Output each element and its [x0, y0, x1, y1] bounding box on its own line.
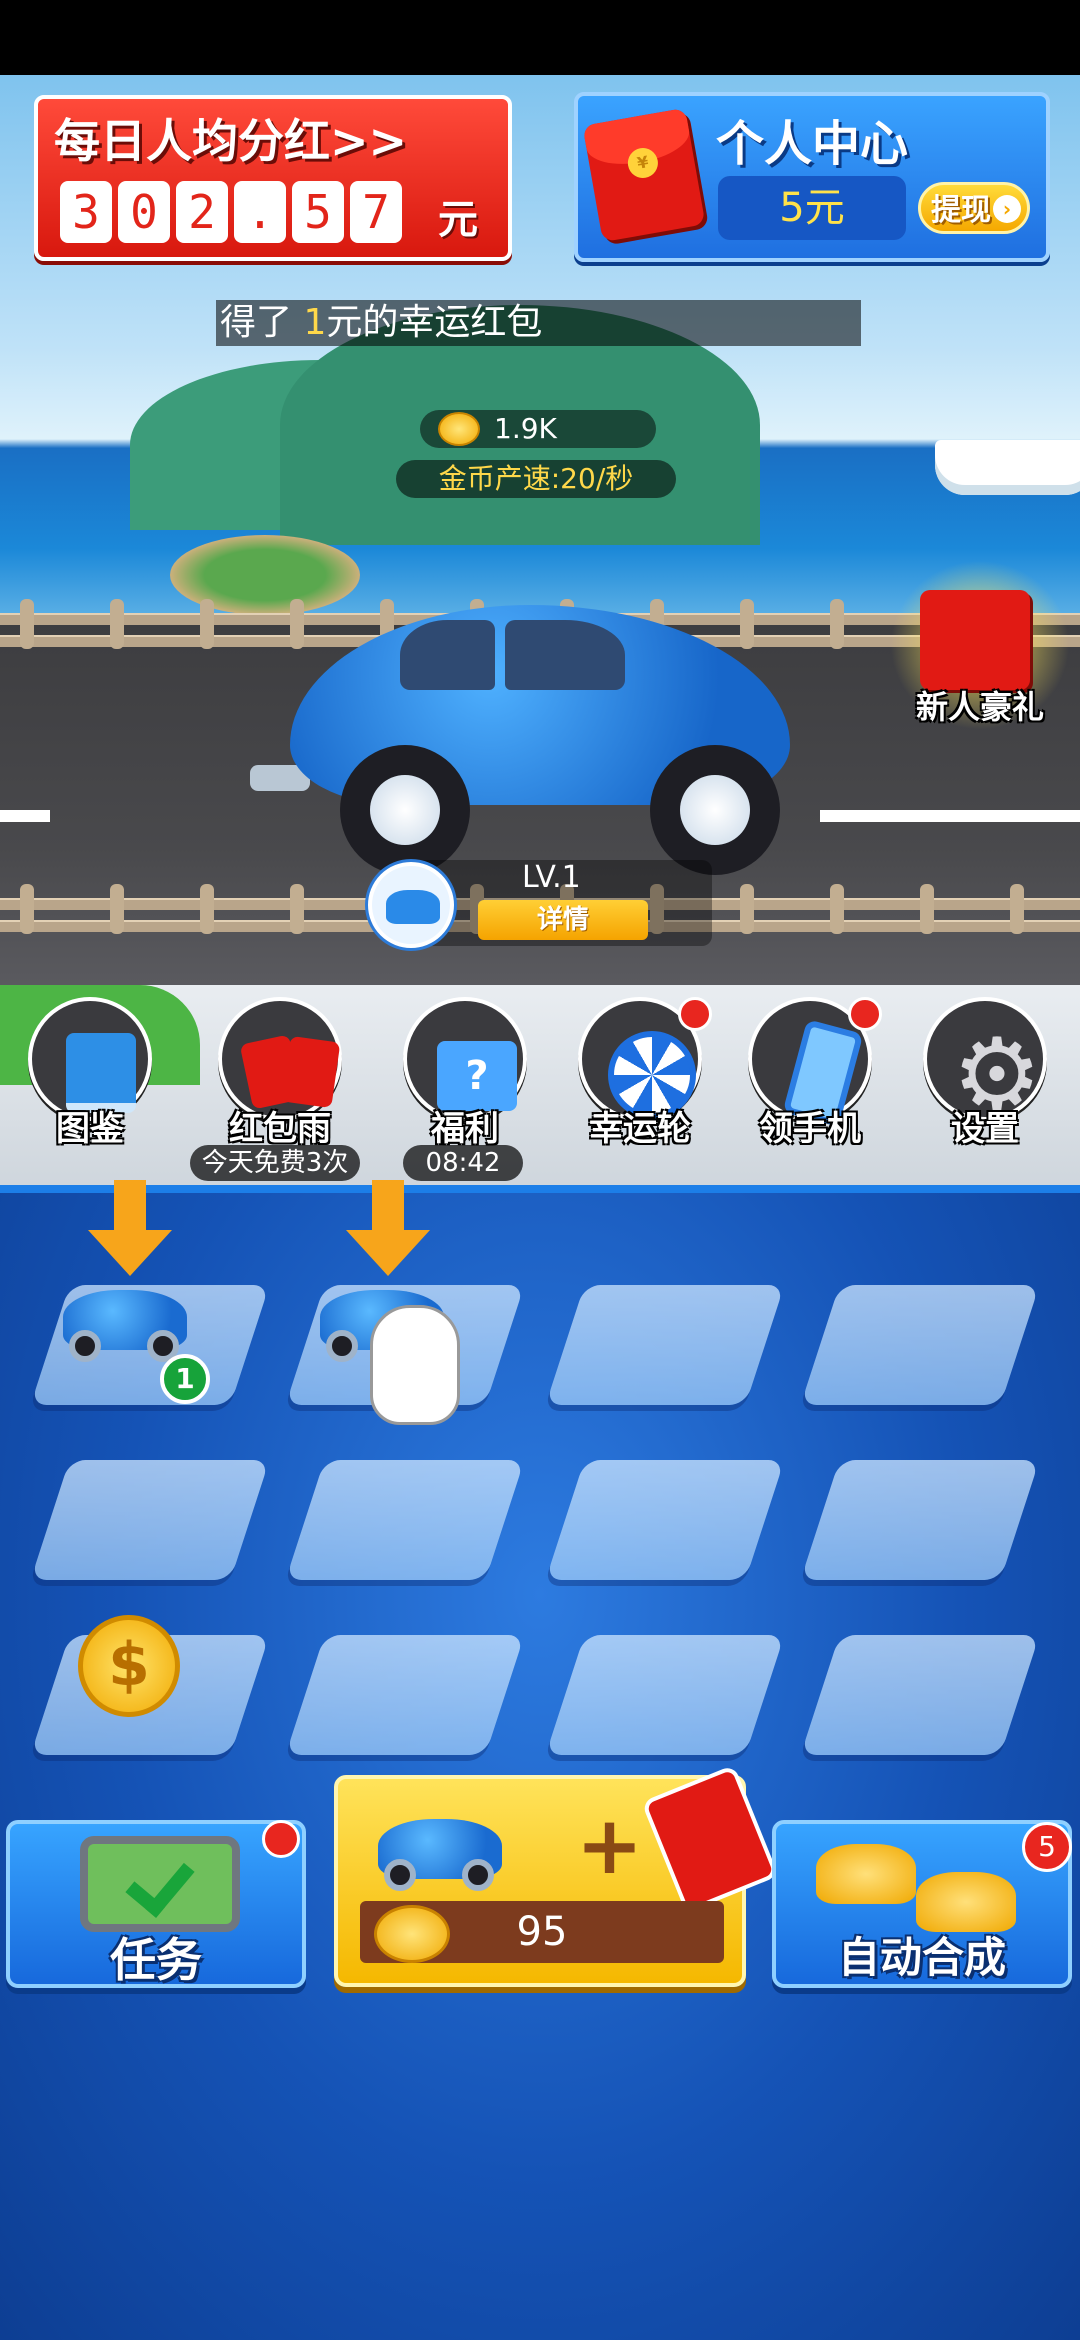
toolbar-label: 福利	[431, 1109, 499, 1149]
board-slot[interactable]	[800, 1635, 1040, 1755]
winner-ticker: 得了 1元的幸运红包	[216, 300, 861, 346]
lane-marking	[820, 810, 1080, 822]
board-car[interactable]	[55, 1270, 195, 1362]
dividend-title: 每日人均分红>>	[54, 114, 408, 168]
chevron-right-icon: ›	[993, 195, 1021, 223]
ticker-prefix: 得了	[220, 302, 304, 343]
plus-icon: +	[576, 1799, 644, 1892]
car-level-badge: 1	[160, 1354, 210, 1404]
feature-toolbar: 图鉴 红包雨 今天免费3次 ? 福利 08:42 幸运轮 领手机 ⚙ 设置	[0, 985, 1080, 1185]
balance-display: 5元	[718, 176, 906, 240]
coin-icon	[374, 1905, 450, 1963]
red-packet-icon	[920, 590, 1030, 690]
notification-dot	[678, 997, 712, 1031]
toolbar-item-settings[interactable]: ⚙ 设置	[915, 985, 1055, 1175]
main-car[interactable]	[250, 575, 830, 875]
toolbar-label: 图鉴	[56, 1109, 124, 1149]
dividend-digit: .	[234, 181, 286, 243]
dividend-unit: 元	[438, 197, 478, 243]
dividend-amount: 3 0 2 . 5 7	[60, 181, 402, 243]
toolbar-label: 领手机	[759, 1109, 861, 1149]
car-wheel	[650, 745, 780, 875]
board-slot[interactable]	[545, 1285, 785, 1405]
withdraw-button[interactable]: 提现 ›	[918, 182, 1030, 234]
red-packet-icon: ¥	[582, 107, 706, 243]
buy-car-button[interactable]: + 95	[334, 1764, 779, 1987]
board-slot[interactable]	[545, 1635, 785, 1755]
board-slot[interactable]	[285, 1460, 525, 1580]
car-detail-button[interactable]: 详情	[478, 900, 648, 940]
toolbar-item-red-packet-rain[interactable]: 红包雨 今天免费3次	[190, 985, 360, 1181]
ticker-suffix: 元的幸运红包	[326, 302, 543, 343]
toolbar-label: 红包雨	[229, 1109, 331, 1149]
car-window	[505, 620, 625, 690]
board-slot[interactable]	[545, 1460, 785, 1580]
coin-total: 1.9K	[420, 410, 656, 448]
ship	[935, 440, 1080, 495]
board-slot[interactable]	[800, 1460, 1040, 1580]
free-count: 今天免费3次	[190, 1145, 360, 1181]
merging-cars-icon	[806, 1832, 1026, 1932]
toolbar-label: 设置	[951, 1109, 1019, 1149]
coin-rate: 金币产速:20/秒	[396, 460, 676, 498]
personal-center-panel[interactable]: ¥ 个人中心 5元 提现 ›	[574, 92, 1050, 262]
toolbar-label: 幸运轮	[589, 1109, 691, 1149]
dividend-digit: 2	[176, 181, 228, 243]
auto-merge-count-badge: 5	[1022, 1822, 1072, 1872]
auto-merge-label: 自动合成	[837, 1933, 1006, 1982]
dollar-coin-icon[interactable]: $	[78, 1615, 180, 1717]
board-slot[interactable]	[30, 1460, 270, 1580]
board-slot[interactable]	[800, 1285, 1040, 1405]
dividend-digit: 5	[292, 181, 344, 243]
car-level-box: LV.1 详情	[412, 860, 712, 946]
coin-total-value: 1.9K	[494, 412, 557, 445]
dividend-digit: 7	[350, 181, 402, 243]
newbie-gift-button[interactable]: 新人豪礼	[890, 560, 1070, 750]
toolbar-item-catalog[interactable]: 图鉴	[20, 985, 160, 1175]
notification-dot	[262, 1820, 300, 1858]
car-window	[400, 620, 495, 690]
car-icon	[370, 1799, 510, 1891]
personal-center-title: 个人中心	[716, 116, 909, 172]
withdraw-label: 提现	[931, 193, 991, 228]
board-slot[interactable]	[285, 1635, 525, 1755]
tutorial-hand-icon	[370, 1305, 460, 1425]
welfare-timer: 08:42	[403, 1145, 523, 1181]
checkmark-icon	[125, 1846, 195, 1918]
coin-icon	[438, 412, 480, 446]
tasks-label: 任务	[110, 1933, 202, 1987]
toolbar-item-lucky-wheel[interactable]: 幸运轮	[570, 985, 712, 1175]
dividend-digit: 0	[118, 181, 170, 243]
car-avatar-icon	[368, 862, 454, 948]
dividend-digit: 3	[60, 181, 112, 243]
ticker-amount: 1	[303, 302, 327, 343]
tasks-button[interactable]: 任务	[6, 1820, 306, 1988]
newbie-gift-label: 新人豪礼	[915, 688, 1044, 726]
task-board-icon	[80, 1836, 240, 1932]
toolbar-item-get-phone[interactable]: 领手机	[740, 985, 882, 1175]
notification-dot	[848, 997, 882, 1031]
toolbar-item-welfare[interactable]: ? 福利 08:42	[395, 985, 535, 1181]
car-level: LV.1	[522, 860, 581, 895]
auto-merge-button[interactable]: 5 自动合成	[772, 1820, 1072, 1988]
lane-marking	[0, 810, 50, 822]
daily-dividend-panel[interactable]: 每日人均分红>> 3 0 2 . 5 7 元	[34, 95, 512, 261]
status-bar	[0, 0, 1080, 75]
car-wheel	[340, 745, 470, 875]
